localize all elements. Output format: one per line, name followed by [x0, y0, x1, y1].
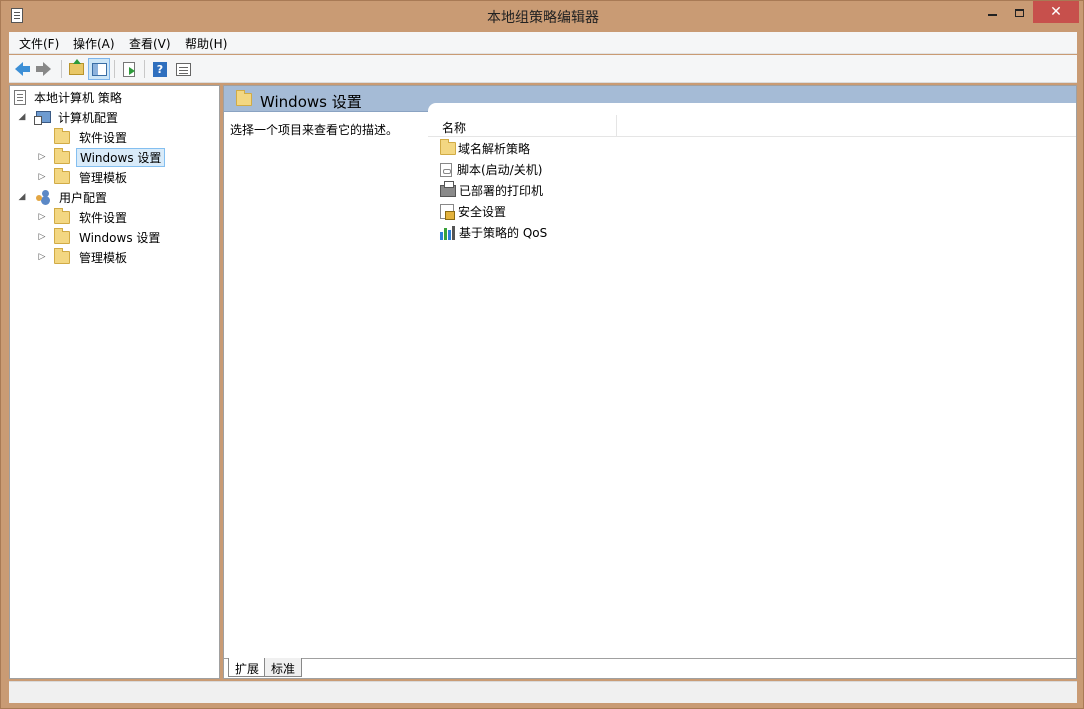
tree-item-user-software[interactable]: ▷ 软件设置	[36, 207, 130, 227]
menu-action[interactable]: 操作(A)	[73, 35, 115, 52]
forward-button[interactable]	[33, 58, 55, 80]
tab-extended[interactable]: 扩展	[228, 658, 267, 677]
policy-document-icon	[14, 89, 26, 105]
users-icon	[36, 190, 52, 204]
tree-item-user-config[interactable]: ◢ 用户配置	[16, 187, 110, 207]
tree-item-computer-config[interactable]: ◢ 计算机配置	[16, 107, 121, 127]
tree-item-computer-software[interactable]: 软件设置	[54, 127, 130, 147]
properties-button[interactable]	[172, 58, 194, 80]
list-item[interactable]: 已部署的打印机	[440, 180, 543, 201]
tree-item-computer-windows[interactable]: ▷ Windows 设置	[36, 147, 166, 167]
help-button[interactable]: ?	[149, 58, 171, 80]
tree-item-root[interactable]: 本地计算机 策略	[14, 87, 125, 107]
tree-item-label: 管理模板	[79, 250, 128, 265]
view-tabs: 扩展 标准	[224, 658, 1076, 678]
expand-arrow-icon[interactable]: ▷	[36, 252, 48, 262]
list-item-label: 已部署的打印机	[459, 184, 544, 198]
column-name-header[interactable]: 名称	[442, 119, 466, 136]
tree-item-label: Windows 设置	[76, 147, 166, 167]
description-text: 选择一个项目来查看它的描述。	[230, 123, 399, 137]
forward-icon	[36, 62, 51, 76]
list-item[interactable]: 脚本(启动/关机)	[440, 159, 542, 180]
toolbar: ?	[9, 55, 1077, 83]
toolbar-separator	[144, 60, 145, 78]
list-item-label: 基于策略的 QoS	[459, 226, 548, 240]
qos-chart-icon	[440, 225, 456, 240]
window-title: 本地组策略编辑器	[487, 10, 599, 26]
show-hide-tree-button[interactable]	[88, 58, 110, 80]
list-item-label: 安全设置	[458, 205, 507, 219]
computer-icon	[34, 111, 51, 125]
tree-item-user-windows[interactable]: ▷ Windows 设置	[36, 227, 163, 247]
toolbar-separator	[114, 60, 115, 78]
back-icon	[15, 62, 30, 76]
minimize-icon	[988, 13, 997, 16]
maximize-icon	[1015, 8, 1024, 17]
description-pane: 选择一个项目来查看它的描述。	[224, 113, 428, 658]
status-bar	[9, 681, 1077, 703]
details-title: Windows 设置	[260, 93, 362, 111]
close-icon: ✕	[1050, 4, 1062, 20]
menu-bar: 文件(F) 操作(A) 查看(V) 帮助(H)	[9, 32, 1077, 54]
help-icon: ?	[153, 61, 167, 77]
folder-icon	[54, 167, 70, 184]
list-item[interactable]: 基于策略的 QoS	[440, 222, 547, 243]
minimize-button[interactable]	[979, 1, 1006, 23]
expand-arrow-icon[interactable]: ▷	[36, 232, 48, 242]
item-list[interactable]: 名称 域名解析策略 脚本(启动/关机) 已部署的打印机 安全设置 基于策略的 Q…	[428, 103, 1076, 658]
expand-arrow-icon[interactable]: ▷	[36, 172, 48, 182]
folder-icon	[54, 207, 70, 224]
tree-item-label: 本地计算机 策略	[34, 90, 122, 105]
folder-icon	[54, 127, 70, 144]
folder-icon	[54, 147, 70, 164]
column-divider[interactable]	[616, 115, 617, 137]
tree-item-label: 计算机配置	[58, 110, 119, 125]
close-button[interactable]: ✕	[1033, 1, 1079, 23]
properties-icon	[175, 62, 191, 76]
tree-item-computer-admin[interactable]: ▷ 管理模板	[36, 167, 130, 187]
menu-file[interactable]: 文件(F)	[19, 35, 59, 52]
folder-icon	[236, 90, 252, 106]
list-item-label: 域名解析策略	[458, 142, 531, 156]
up-folder-icon	[68, 59, 84, 75]
export-list-button[interactable]	[118, 58, 140, 80]
title-bar[interactable]: 本地组策略编辑器 ✕	[1, 1, 1083, 31]
up-one-level-button[interactable]	[65, 58, 87, 80]
tree-item-label: 软件设置	[79, 130, 128, 145]
script-icon	[440, 162, 452, 177]
toolbar-separator	[61, 60, 62, 78]
tab-standard[interactable]: 标准	[264, 658, 303, 677]
list-item[interactable]: 安全设置	[440, 201, 506, 222]
show-hide-tree-icon	[91, 62, 107, 76]
collapse-arrow-icon[interactable]: ◢	[16, 192, 28, 202]
folder-icon	[440, 139, 456, 155]
tree-item-label: 用户配置	[59, 190, 108, 205]
main-window: 本地组策略编辑器 ✕ 文件(F) 操作(A) 查看(V) 帮助(H) ? 本地计…	[0, 0, 1084, 709]
list-item-label: 脚本(启动/关机)	[457, 163, 543, 177]
maximize-button[interactable]	[1006, 1, 1033, 23]
security-icon	[440, 204, 455, 220]
details-pane: Windows 设置 选择一个项目来查看它的描述。 名称 域名解析策略 脚本(启…	[223, 85, 1077, 679]
tree-pane[interactable]: 本地计算机 策略 ◢ 计算机配置 软件设置 ▷ Windows 设置 ▷ 管理模…	[9, 85, 220, 679]
export-list-icon	[123, 61, 135, 77]
folder-icon	[54, 247, 70, 264]
back-button[interactable]	[11, 58, 33, 80]
printer-icon	[440, 180, 456, 197]
expand-arrow-icon[interactable]: ▷	[36, 152, 48, 162]
menu-help[interactable]: 帮助(H)	[185, 35, 227, 52]
collapse-arrow-icon[interactable]: ◢	[16, 112, 28, 122]
tree-item-label: Windows 设置	[79, 230, 161, 245]
folder-icon	[54, 227, 70, 244]
tree-item-label: 管理模板	[79, 170, 128, 185]
tree-item-user-admin[interactable]: ▷ 管理模板	[36, 247, 130, 267]
list-item[interactable]: 域名解析策略	[440, 138, 530, 159]
column-header[interactable]: 名称	[428, 115, 1076, 137]
menu-view[interactable]: 查看(V)	[129, 35, 171, 52]
tree-item-label: 软件设置	[79, 210, 128, 225]
expand-arrow-icon[interactable]: ▷	[36, 212, 48, 222]
